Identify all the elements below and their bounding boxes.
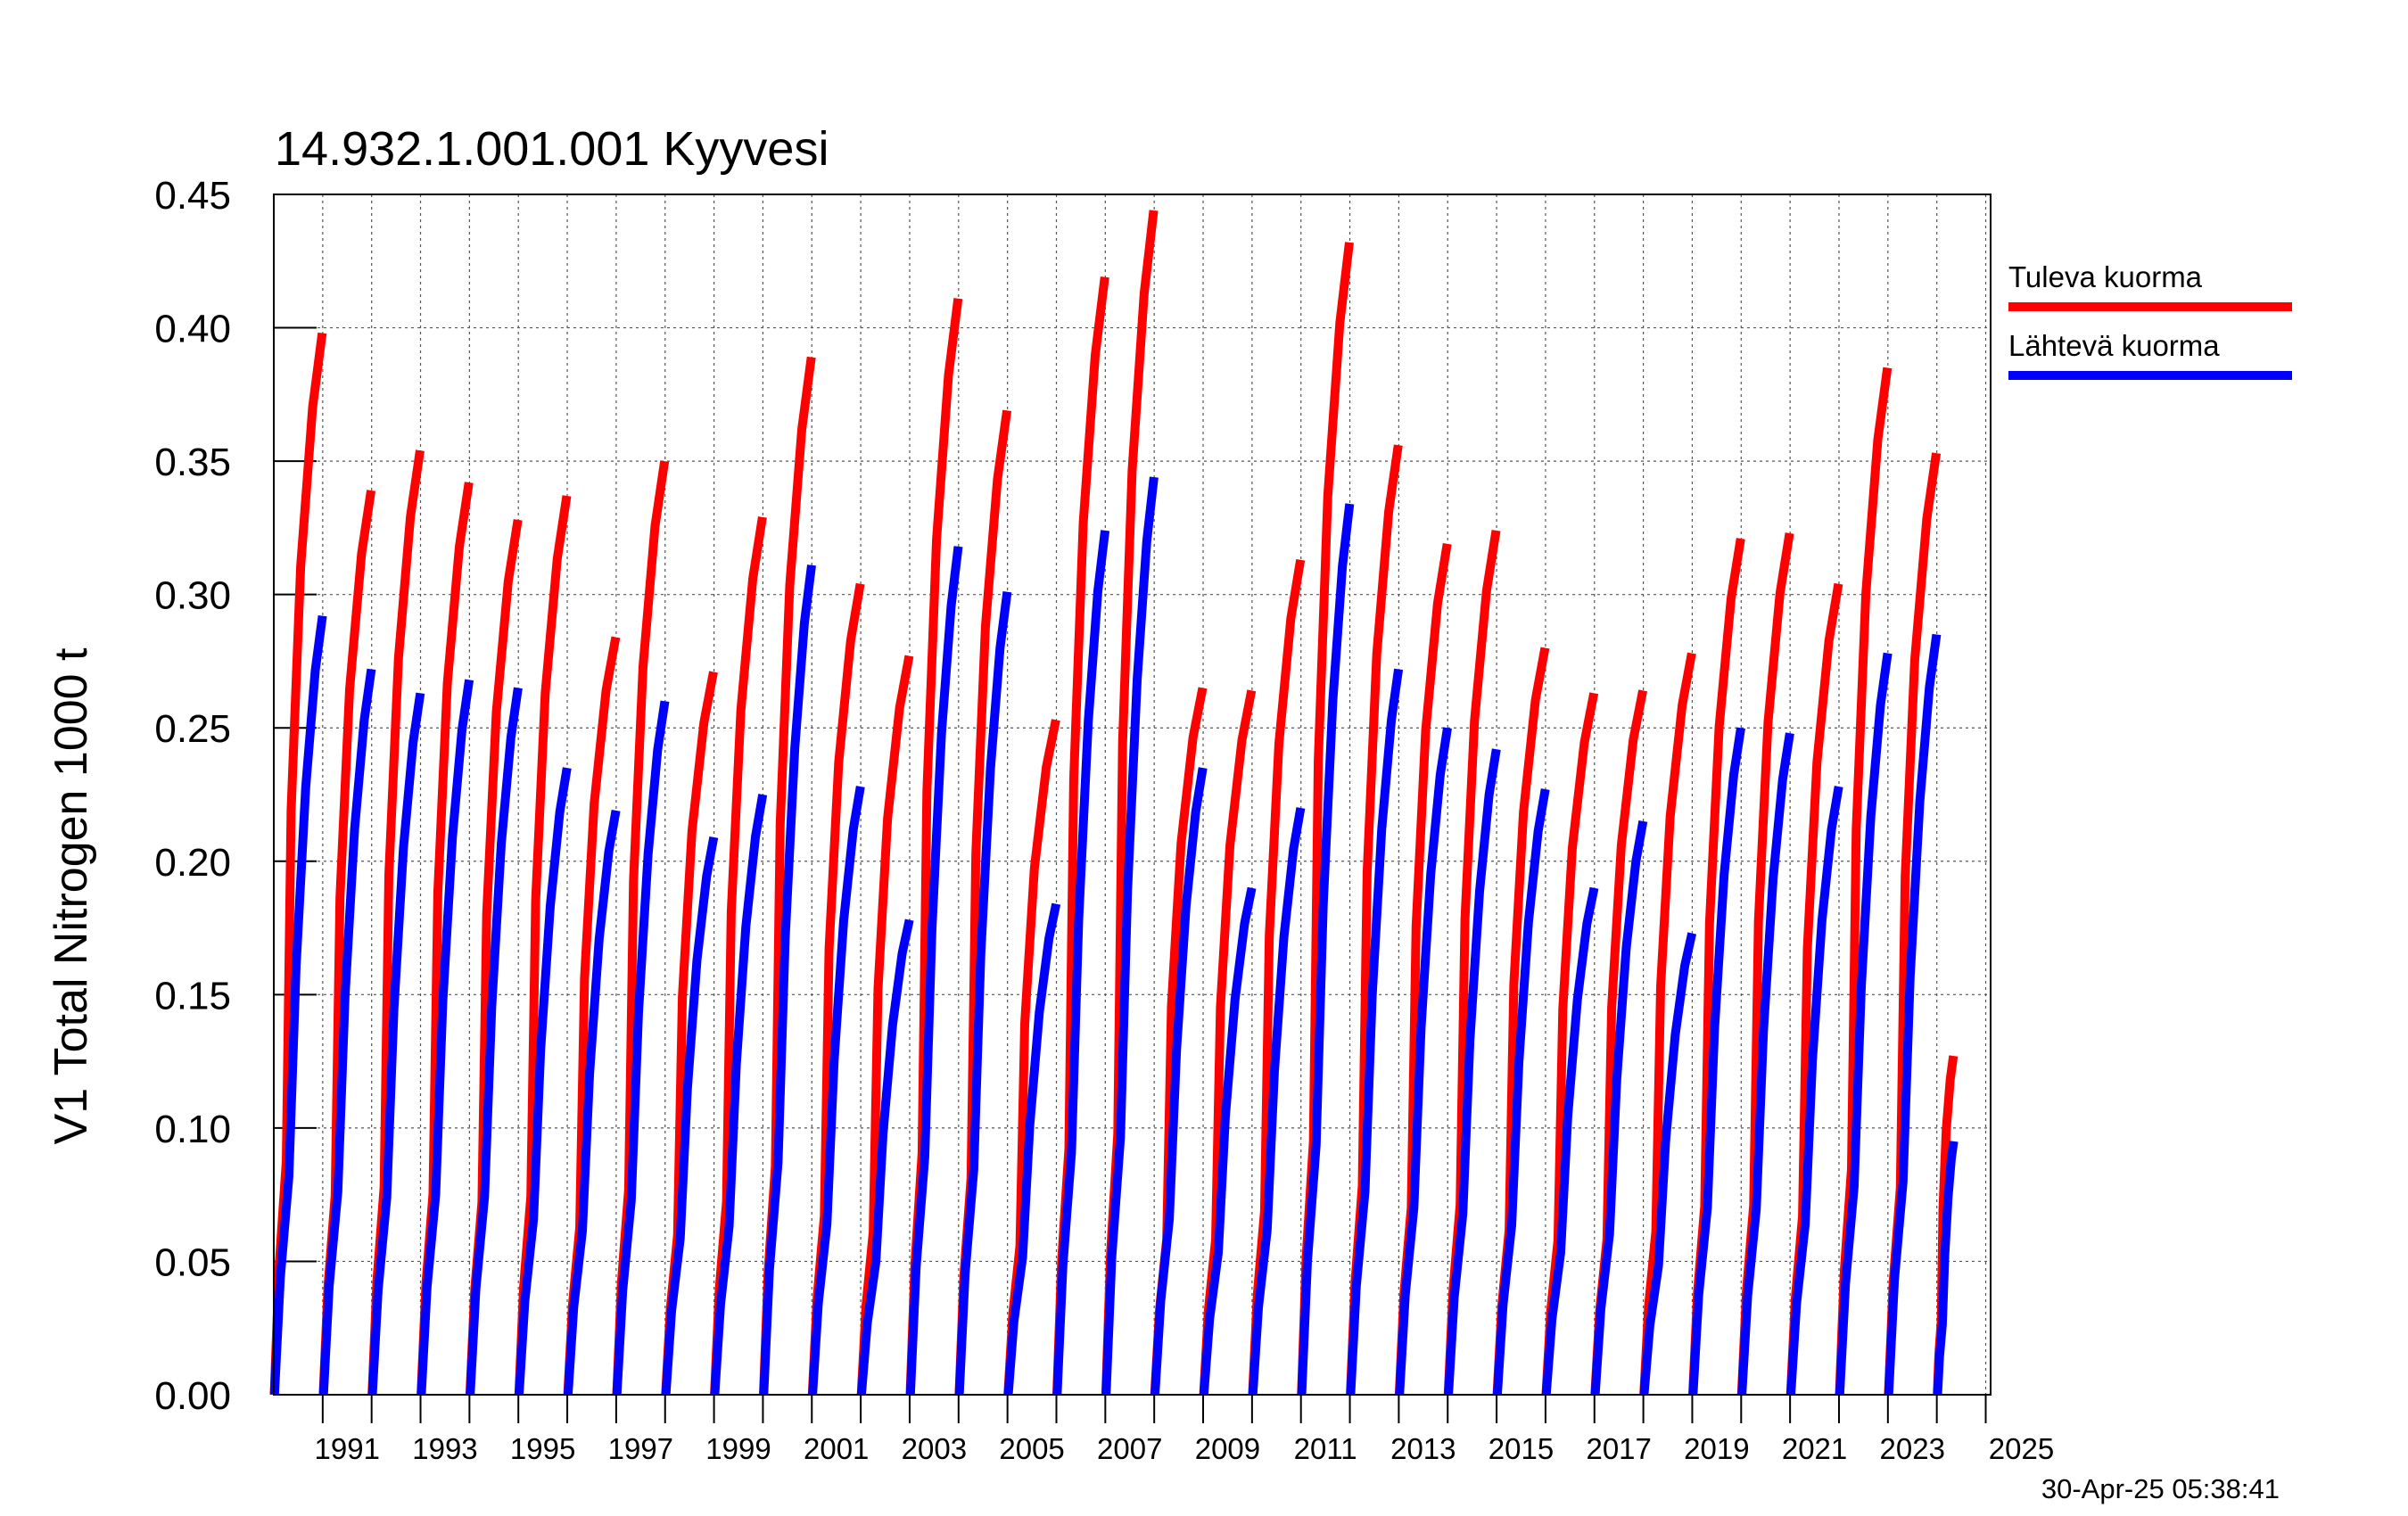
series-tuleva-year-segment xyxy=(1639,652,1696,1396)
x-tick-label: 1991 xyxy=(315,1432,380,1465)
series-lahteva-year-segment xyxy=(1541,886,1599,1396)
y-tick-label: 0.05 xyxy=(154,1240,231,1284)
y-tick-label: 0.40 xyxy=(154,308,231,351)
x-tick-label: 2001 xyxy=(804,1432,869,1465)
series-lahteva-year-segment xyxy=(1835,652,1893,1396)
series-lahteva-year-segment xyxy=(1003,902,1061,1396)
y-tick-label: 0.45 xyxy=(154,174,231,218)
x-tick-label: 2003 xyxy=(902,1432,967,1465)
x-tick-label: 2017 xyxy=(1586,1432,1651,1465)
y-tick-label: 0.15 xyxy=(154,974,231,1018)
y-tick-label: 0.10 xyxy=(154,1108,231,1151)
legend: Tuleva kuorma Lähtevä kuorma xyxy=(2008,260,2292,380)
x-tick-label: 1999 xyxy=(705,1432,771,1465)
chart-title: 14.932.1.001.001 Kyyvesi xyxy=(275,122,829,176)
y-tick-label: 0.30 xyxy=(154,574,231,618)
x-axis: 1991 1993 1995 1997 1999 2001 2003 2005 2007 2009… xyxy=(315,1395,2054,1465)
legend-label: Tuleva kuorma xyxy=(2008,260,2203,293)
x-tick-label: 1993 xyxy=(412,1432,477,1465)
y-tick-label: 0.25 xyxy=(154,707,231,751)
y-tick-label: 0.00 xyxy=(154,1374,231,1418)
x-tick-label: 2021 xyxy=(1782,1432,1847,1465)
x-tick-label: 2015 xyxy=(1489,1432,1554,1465)
series-lahteva-year-segment xyxy=(710,794,768,1396)
x-tick-label: 2013 xyxy=(1390,1432,1456,1465)
x-tick-label: 2009 xyxy=(1195,1432,1260,1465)
series-lahteva-year-segment xyxy=(1639,932,1697,1396)
x-tick-label: 2007 xyxy=(1097,1432,1162,1465)
x-tick-label: 2019 xyxy=(1684,1432,1749,1465)
legend-label: Lähtevä kuorma xyxy=(2008,329,2220,362)
y-tick-label: 0.20 xyxy=(154,841,231,885)
series-lahteva-year-segment xyxy=(1248,807,1306,1396)
series-lahteva-year-segment xyxy=(515,767,572,1396)
x-tick-label: 2005 xyxy=(999,1432,1064,1465)
x-tick-label: 1995 xyxy=(510,1432,575,1465)
x-tick-label: 1997 xyxy=(608,1432,673,1465)
series-lahteva-year-segment xyxy=(1199,886,1257,1396)
x-tick-label: 2025 xyxy=(1989,1432,2054,1465)
x-tick-label: 2011 xyxy=(1294,1432,1357,1465)
chart: 14.932.1.001.001 Kyyvesi V1 Total Nitrog… xyxy=(45,122,2292,1504)
y-tick-label: 0.35 xyxy=(154,441,231,484)
series-lahteva-year-segment xyxy=(856,919,914,1396)
timestamp: 30-Apr-25 05:38:41 xyxy=(2041,1473,2280,1504)
x-tick-label: 2023 xyxy=(1880,1432,1945,1465)
y-axis-label: V1 Total Nitrogen 1000 t xyxy=(45,647,97,1145)
series-layer xyxy=(269,210,1959,1396)
